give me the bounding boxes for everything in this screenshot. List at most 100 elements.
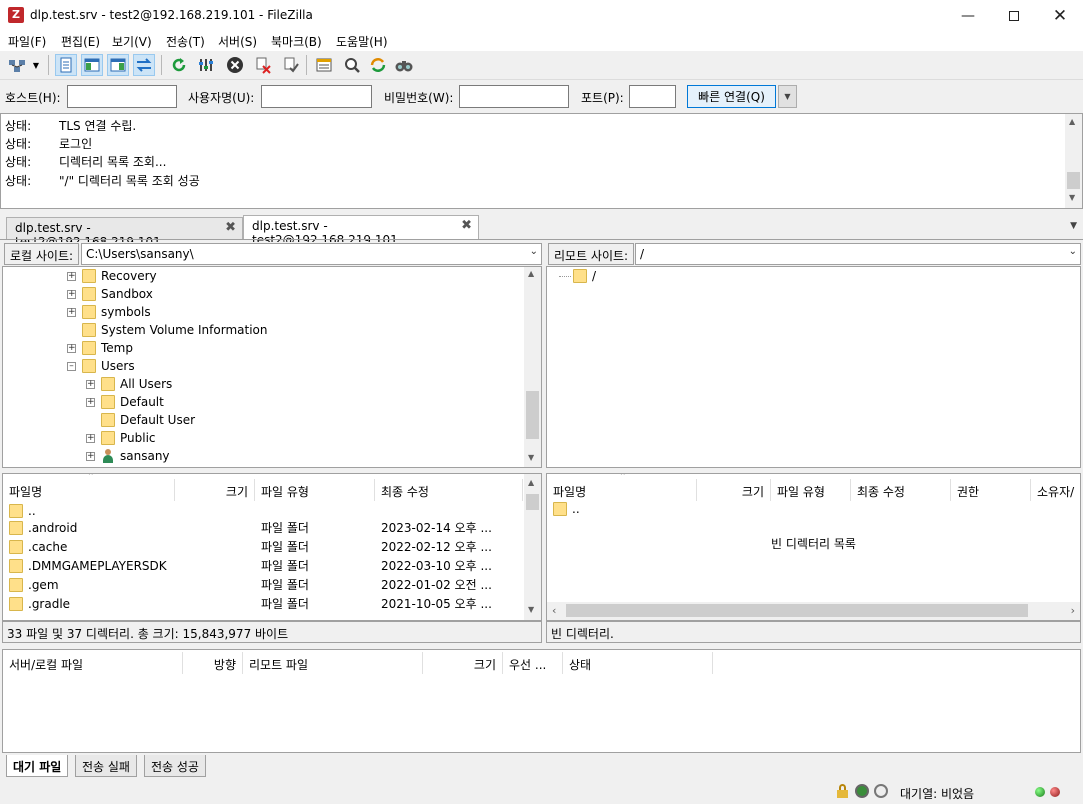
column-header-direction[interactable]: 방향: [183, 652, 243, 674]
menu-server[interactable]: 서버(S): [218, 33, 257, 50]
column-header-priority[interactable]: 우선 ...: [503, 652, 563, 674]
toggle-log-icon[interactable]: [55, 54, 77, 76]
cancel-operation-icon[interactable]: [224, 54, 246, 76]
tree-node-label: Users: [101, 359, 135, 373]
tree-node[interactable]: + Sandbox: [67, 285, 153, 303]
column-header-size[interactable]: 크기: [423, 652, 503, 674]
tree-node[interactable]: System Volume Information: [82, 321, 267, 339]
maximize-button[interactable]: [991, 0, 1037, 31]
menu-edit[interactable]: 편집(E): [61, 33, 100, 50]
expand-icon[interactable]: +: [67, 271, 76, 281]
close-tab-icon[interactable]: ✖: [225, 220, 236, 235]
password-input[interactable]: [459, 85, 569, 108]
tree-node[interactable]: Default User: [101, 411, 195, 429]
tree-node[interactable]: + Recovery: [67, 267, 157, 285]
tab-successful-transfers[interactable]: 전송 성공: [144, 755, 206, 777]
tree-node[interactable]: – Users: [67, 357, 135, 375]
tree-node[interactable]: + Temp: [67, 339, 133, 357]
toggle-local-tree-icon[interactable]: [81, 54, 103, 76]
quickconnect-history-dropdown[interactable]: ▼: [778, 85, 797, 108]
expand-icon[interactable]: +: [67, 343, 76, 353]
tree-node[interactable]: + sansany: [86, 447, 170, 465]
remote-path-input[interactable]: / ⌄: [635, 243, 1081, 265]
upload-activity-icon: [1035, 787, 1045, 797]
tab-list-dropdown-icon[interactable]: ▼: [1070, 221, 1077, 231]
local-tree-scrollbar[interactable]: ▲ ▼: [524, 267, 541, 467]
column-header-filename[interactable]: 파일명: [3, 479, 175, 501]
expand-icon[interactable]: +: [86, 397, 95, 407]
toggle-remote-tree-icon[interactable]: [107, 54, 129, 76]
window-title: dlp.test.srv - test2@192.168.219.101 - F…: [30, 8, 313, 22]
disconnect-icon[interactable]: [252, 54, 274, 76]
speed-limits-icon[interactable]: [855, 784, 869, 798]
tree-node[interactable]: + All Users: [86, 375, 172, 393]
tree-node[interactable]: /: [559, 267, 596, 285]
menu-view[interactable]: 보기(V): [112, 33, 152, 50]
log-scrollbar[interactable]: ▲ ▼: [1065, 114, 1082, 208]
local-file-scrollbar[interactable]: ▲ ▼: [524, 474, 541, 620]
file-row[interactable]: ..: [547, 499, 1067, 518]
menu-help[interactable]: 도움말(H): [336, 33, 388, 50]
column-header-modified[interactable]: 최종 수정: [375, 479, 523, 501]
reconnect-icon[interactable]: [280, 54, 302, 76]
port-input[interactable]: [629, 85, 676, 108]
log-line: 상태: 디렉터리 목록 조회...: [5, 153, 166, 170]
menu-bookmarks[interactable]: 북마크(B): [271, 33, 322, 50]
column-header-owner[interactable]: 소유자/: [1031, 479, 1080, 501]
column-header-size[interactable]: 크기: [697, 479, 771, 501]
close-button[interactable]: ✕: [1037, 0, 1083, 31]
tab-queued-files[interactable]: 대기 파일: [6, 755, 69, 777]
column-header-status[interactable]: 상태: [563, 652, 713, 674]
menu-file[interactable]: 파일(F): [8, 33, 46, 50]
compare-directories-icon[interactable]: [341, 54, 363, 76]
site-manager-dropdown-icon[interactable]: ▼: [29, 54, 43, 76]
file-row[interactable]: .gem 파일 폴더 2022-01-02 오전 ...: [3, 575, 523, 594]
chevron-down-icon[interactable]: ⌄: [1069, 246, 1077, 257]
column-header-filename[interactable]: 파일명: [547, 479, 697, 501]
column-header-permissions[interactable]: 권한: [951, 479, 1031, 501]
file-row[interactable]: .cache 파일 폴더 2022-02-12 오후 ...: [3, 537, 523, 556]
expand-icon[interactable]: +: [67, 289, 76, 299]
column-header-modified[interactable]: 최종 수정: [851, 479, 951, 501]
username-label: 사용자명(U):: [188, 91, 255, 105]
tree-node[interactable]: + Public: [86, 429, 156, 447]
column-header-server-local-file[interactable]: 서버/로컬 파일: [3, 652, 183, 674]
remote-directory-tree: /: [546, 266, 1081, 468]
file-name: .gem: [28, 577, 59, 592]
collapse-icon[interactable]: –: [67, 361, 76, 371]
file-row[interactable]: .gradle 파일 폴더 2021-10-05 오후 ...: [3, 594, 523, 613]
quickconnect-button[interactable]: 빠른 연결(Q): [687, 85, 776, 108]
close-tab-icon[interactable]: ✖: [461, 218, 472, 233]
minimize-button[interactable]: —: [945, 0, 991, 31]
column-header-size[interactable]: 크기: [175, 479, 255, 501]
expand-icon[interactable]: +: [86, 433, 95, 443]
file-type: 파일 폴더: [261, 540, 309, 554]
file-row[interactable]: .DMMGAMEPLAYERSDK 파일 폴더 2022-03-10 오후 ...: [3, 556, 523, 575]
column-header-type[interactable]: 파일 유형: [255, 479, 375, 501]
tree-node[interactable]: + Default: [86, 393, 164, 411]
tree-node[interactable]: + symbols: [67, 303, 151, 321]
expand-icon[interactable]: +: [67, 307, 76, 317]
filter-indicator-icon[interactable]: [874, 784, 888, 798]
search-files-icon[interactable]: [393, 54, 415, 76]
username-input[interactable]: [261, 85, 372, 108]
refresh-icon[interactable]: [168, 54, 190, 76]
file-row[interactable]: .android 파일 폴더 2023-02-14 오후 ...: [3, 518, 523, 537]
process-queue-icon[interactable]: [196, 54, 218, 76]
local-path-input[interactable]: C:\Users\sansany\ ⌄: [81, 243, 542, 265]
directory-listing-filters-icon[interactable]: [313, 54, 335, 76]
expand-icon[interactable]: +: [86, 451, 95, 461]
synchronized-browsing-icon[interactable]: [367, 54, 389, 76]
toggle-queue-icon[interactable]: [133, 54, 155, 76]
expand-icon[interactable]: +: [86, 379, 95, 389]
menu-transfer[interactable]: 전송(T): [166, 33, 205, 50]
connection-tab-active[interactable]: dlp.test.srv - test2@192.168.219.101 ✖: [243, 215, 479, 247]
column-header-type[interactable]: 파일 유형: [771, 479, 851, 501]
tab-failed-transfers[interactable]: 전송 실패: [75, 755, 137, 777]
remote-file-hscrollbar[interactable]: ‹ ›: [547, 602, 1080, 620]
host-input[interactable]: [67, 85, 177, 108]
column-header-remote-file[interactable]: 리모트 파일: [243, 652, 423, 674]
chevron-down-icon[interactable]: ⌄: [530, 246, 538, 257]
connection-tab[interactable]: dlp.test.srv - test2@192.168.219.101✖: [6, 217, 243, 249]
site-manager-icon[interactable]: [6, 54, 28, 76]
